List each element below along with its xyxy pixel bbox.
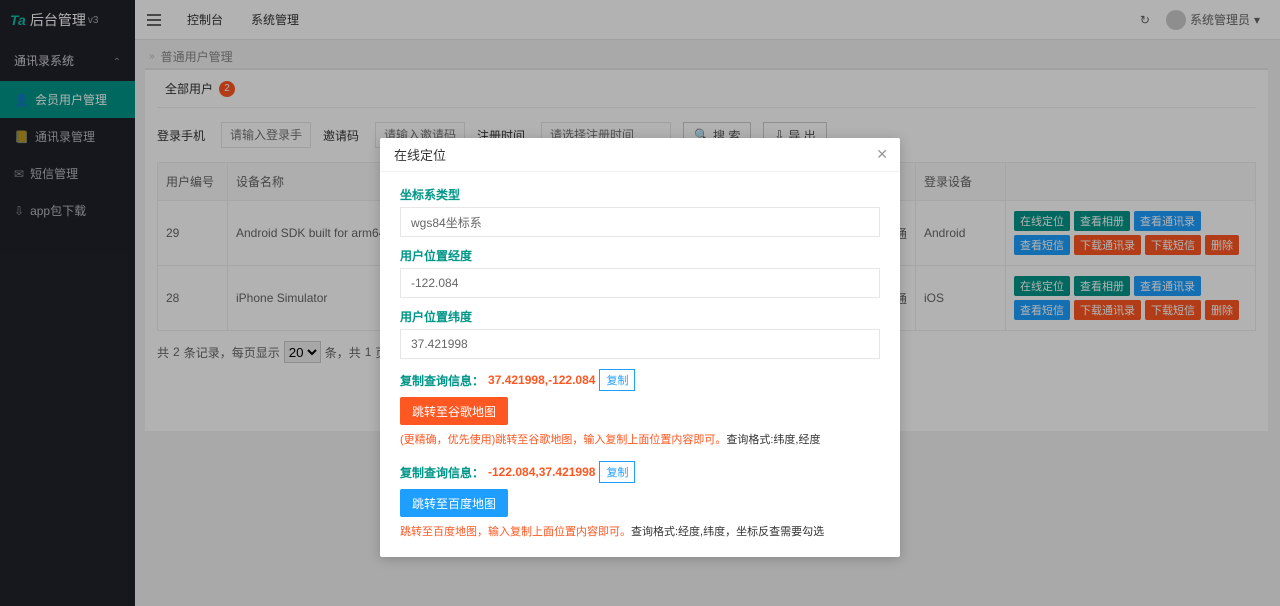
lat-label: 用户位置纬度 xyxy=(400,308,880,325)
google-map-button[interactable]: 跳转至谷歌地图 xyxy=(400,397,508,425)
copy1-button[interactable]: 复制 xyxy=(599,369,635,391)
modal-title: 在线定位 xyxy=(380,138,900,172)
coord-system-input[interactable] xyxy=(400,207,880,237)
locate-modal: 在线定位 ✕ 坐标系类型 用户位置经度 用户位置纬度 复制查询信息： 37.42… xyxy=(380,138,900,557)
copy1-value: 37.421998,-122.084 xyxy=(488,373,595,387)
copy2-button[interactable]: 复制 xyxy=(599,461,635,483)
copy2-label: 复制查询信息： xyxy=(400,464,484,481)
lat-input[interactable] xyxy=(400,329,880,359)
copy2-value: -122.084,37.421998 xyxy=(488,465,595,479)
coord-system-label: 坐标系类型 xyxy=(400,186,880,203)
baidu-hint: 跳转至百度地图，输入复制上面位置内容即可。查询格式:经度,纬度，坐标反查需要勾选 xyxy=(400,523,880,539)
lng-input[interactable] xyxy=(400,268,880,298)
google-hint: (更精确，优先使用)跳转至谷歌地图，输入复制上面位置内容即可。查询格式:纬度,经… xyxy=(400,431,880,447)
baidu-map-button[interactable]: 跳转至百度地图 xyxy=(400,489,508,517)
copy1-label: 复制查询信息： xyxy=(400,372,484,389)
lng-label: 用户位置经度 xyxy=(400,247,880,264)
close-icon[interactable]: ✕ xyxy=(876,146,888,163)
